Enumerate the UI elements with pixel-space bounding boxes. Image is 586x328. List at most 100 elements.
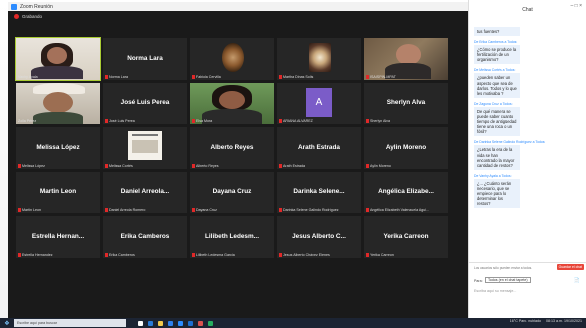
zoom-app-icon bbox=[11, 3, 17, 10]
participant-label: José Luis Perea bbox=[105, 119, 135, 123]
participant-tile[interactable]: Martin Leon Martin Leon bbox=[16, 171, 100, 213]
chat-title: Chat bbox=[522, 7, 533, 13]
mail-icon[interactable] bbox=[168, 320, 173, 326]
participant-tile[interactable]: Melissa Cortés bbox=[103, 127, 187, 169]
video-feed bbox=[364, 38, 448, 80]
muted-icon bbox=[192, 208, 195, 212]
participant-label: Lilibeth Ledesma Garcia bbox=[192, 252, 235, 257]
muted-icon bbox=[366, 163, 369, 168]
participant-label: Aylin Moreno bbox=[366, 163, 391, 168]
participant-tile[interactable]: Erika Camberos Erika Camberos bbox=[103, 216, 187, 258]
chat-message: De qué manera se puede saber cuanto tiem… bbox=[474, 106, 520, 137]
participant-tile[interactable]: Jesus Alberto C... Jesus Alberto Chávez E… bbox=[277, 216, 361, 258]
save-chat-button[interactable]: Guardar el chat bbox=[556, 264, 584, 270]
chat-message: tus fuentes? bbox=[474, 27, 520, 37]
participant-label: Fabiola Cervilla bbox=[192, 74, 221, 79]
participant-tile[interactable]: A ARIANA ALVAREZ bbox=[277, 82, 361, 124]
system-tray: 16°C Parc. nublado 08:13 a.m. 19/10/2021 bbox=[510, 319, 582, 323]
participant-tile[interactable]: Elsa Mora bbox=[190, 82, 274, 124]
participant-label: Arath Estrada bbox=[279, 163, 305, 168]
participant-tile[interactable]: Martha Dinas Solís bbox=[277, 38, 361, 80]
zoom-taskbar-icon[interactable] bbox=[178, 320, 183, 326]
participant-label: Martha Dinas Solís bbox=[279, 74, 313, 79]
participant-label: Daniel Arreola Romero bbox=[105, 208, 145, 212]
participant-label: Dayana Cruz bbox=[192, 208, 217, 212]
muted-icon bbox=[279, 119, 282, 123]
participant-label: ISAISPIN-MPAT bbox=[366, 74, 396, 79]
participant-tile[interactable]: Alberto Reyes Alberto Reyes bbox=[190, 127, 274, 169]
participant-label: Estrella Hernandez bbox=[18, 252, 53, 257]
windows-start-icon[interactable]: ❖ bbox=[0, 320, 14, 327]
participant-label: Melissa Cortés bbox=[105, 163, 133, 168]
participant-tile[interactable]: Daniel Arreola... Daniel Arreola Romero bbox=[103, 171, 187, 213]
participant-tile[interactable]: Arath Estrada Arath Estrada bbox=[277, 127, 361, 169]
record-icon bbox=[14, 13, 19, 19]
participant-label: Sherlyn Alva bbox=[366, 119, 390, 123]
chat-input[interactable]: Escriba aquí su mensaje... bbox=[474, 289, 516, 293]
participant-tile[interactable]: Fabiola Cervilla bbox=[190, 38, 274, 80]
message-sender: De Erika Camberos a Todos: bbox=[474, 40, 518, 45]
window-title: Zoom Reunión bbox=[20, 3, 53, 10]
message-sender: De Vanhy Ayala a Todos: bbox=[474, 173, 512, 178]
video-feed bbox=[190, 82, 274, 124]
video-feed bbox=[16, 82, 100, 124]
muted-icon bbox=[192, 119, 195, 123]
participant-label: Erika Camberos bbox=[105, 252, 135, 257]
recipient-dropdown[interactable]: Todos (en el chat tapete) bbox=[485, 277, 531, 283]
file-explorer-icon[interactable] bbox=[158, 320, 163, 326]
participant-label: Norma Lara bbox=[105, 74, 128, 79]
participant-gallery: Vanhy Ayala Norma Lara Norma Lara Fabiola… bbox=[15, 37, 448, 302]
participant-tile[interactable]: José Luis Perea José Luis Perea bbox=[103, 82, 187, 124]
participant-tile[interactable]: Vanhy Ayala bbox=[15, 37, 101, 81]
participant-tile[interactable]: Angélica Elizabe... Angélica Elizabeth Va… bbox=[364, 171, 448, 213]
participant-label: Angélica Elizabeth Valenzuela Agui... bbox=[366, 208, 429, 212]
participant-label: Martin Leon bbox=[18, 208, 41, 212]
title-bar: Zoom Reunión bbox=[8, 2, 484, 11]
chat-hint: Los usuarios sólo pueden enviar a todos. bbox=[474, 266, 533, 270]
chat-message: ¿Cómo se produce la fertilización de un … bbox=[474, 45, 520, 65]
muted-icon bbox=[192, 74, 195, 79]
muted-icon bbox=[105, 252, 108, 257]
recording-indicator[interactable]: Grabando bbox=[8, 11, 484, 21]
muted-icon bbox=[105, 119, 108, 123]
participant-tile[interactable]: Lilibeth Ledesm... Lilibeth Ledesma Garci… bbox=[190, 216, 274, 258]
participant-tile[interactable]: Dayana Cruz Dayana Cruz bbox=[190, 171, 274, 213]
participant-label: Melissa López bbox=[18, 163, 45, 168]
recording-text: Grabando bbox=[22, 13, 43, 19]
participant-tile[interactable]: Norma Lara Norma Lara bbox=[103, 38, 187, 80]
muted-icon bbox=[279, 252, 282, 257]
participant-tile[interactable]: Sherlyn Alva Sherlyn Alva bbox=[364, 82, 448, 124]
desktop: Zoom Reunión Grabando Vanhy Ayala Norma … bbox=[0, 0, 586, 328]
participant-label: Alberto Reyes bbox=[192, 163, 219, 168]
participant-tile[interactable]: ISAISPIN-MPAT bbox=[364, 38, 448, 80]
video-feed bbox=[16, 38, 100, 80]
participant-tile[interactable]: Zoila Pérez bbox=[16, 82, 100, 124]
chat-footer: Los usuarios sólo pueden enviar a todos.… bbox=[469, 262, 586, 318]
message-sender: De Zaguna Cruz a Todos: bbox=[474, 101, 513, 106]
excel-icon[interactable] bbox=[208, 320, 213, 326]
participant-tile[interactable]: Darinka Selene... Darinka Selene Galindo … bbox=[277, 171, 361, 213]
participant-tile[interactable]: Yerika Carreon Yerika Carreon bbox=[364, 216, 448, 258]
tray-clock[interactable]: 08:13 a.m. 19/10/2021 bbox=[546, 319, 582, 323]
muted-icon bbox=[192, 252, 195, 257]
muted-icon bbox=[279, 74, 282, 79]
muted-icon bbox=[366, 119, 369, 123]
file-icon[interactable]: 📄 bbox=[574, 278, 580, 284]
chat-messages: tus fuentes? De Erika Camberos a Todos: … bbox=[474, 22, 582, 209]
chat-message: ¿pueden saber un aspecto que sea de darl… bbox=[474, 73, 520, 98]
edge-icon[interactable] bbox=[148, 320, 153, 326]
app-icon[interactable] bbox=[198, 320, 203, 326]
weather-status[interactable]: 16°C Parc. nublado bbox=[510, 319, 541, 323]
task-view-icon[interactable] bbox=[138, 320, 143, 326]
muted-icon bbox=[366, 74, 369, 79]
participant-tile[interactable]: Estrella Hernan... Estrella Hernandez bbox=[16, 216, 100, 258]
muted-icon bbox=[192, 163, 195, 168]
profile-image bbox=[128, 131, 162, 161]
participant-tile[interactable]: Aylin Moreno Aylin Moreno bbox=[364, 127, 448, 169]
muted-icon bbox=[18, 252, 21, 257]
taskbar-search-input[interactable]: Escribe aquí para buscar bbox=[14, 319, 126, 327]
chat-panel: Chat – □ × tus fuentes? De Erika Cambero… bbox=[468, 0, 586, 318]
chat-window-controls[interactable]: – □ × bbox=[571, 3, 583, 9]
participant-tile[interactable]: Melissa López Melissa López bbox=[16, 127, 100, 169]
word-icon[interactable] bbox=[188, 320, 193, 326]
